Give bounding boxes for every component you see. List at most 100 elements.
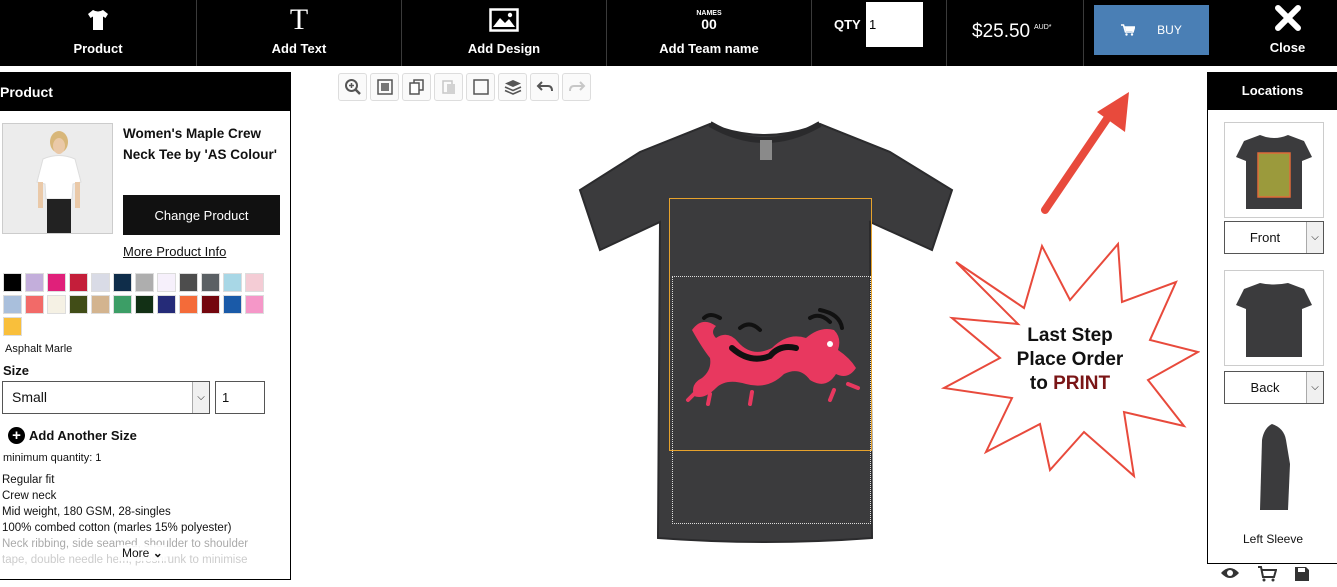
- duplicate-icon: [408, 79, 424, 95]
- color-swatch[interactable]: [113, 295, 132, 314]
- zoom-in-button[interactable]: [338, 73, 367, 101]
- layers-icon: [504, 80, 521, 95]
- add-another-size-button[interactable]: + Add Another Size: [8, 427, 137, 444]
- size-label: Size: [3, 363, 30, 378]
- color-swatch[interactable]: [157, 273, 176, 292]
- color-swatch[interactable]: [91, 295, 110, 314]
- tshirt-icon: [0, 5, 196, 35]
- cart-icon: [1121, 24, 1136, 36]
- text-icon-glyph: T: [289, 3, 309, 36]
- more-button[interactable]: More ⌄: [118, 545, 167, 561]
- red-arrow-annotation: [1041, 92, 1129, 214]
- feature-item: Regular fit: [2, 474, 55, 486]
- color-swatch[interactable]: [179, 273, 198, 292]
- color-swatch[interactable]: [223, 295, 242, 314]
- size-quantity-input[interactable]: 1: [215, 381, 265, 414]
- color-swatch[interactable]: [47, 295, 66, 314]
- callout-text: Last Step Place Order to PRINT: [995, 324, 1145, 396]
- color-swatch[interactable]: [201, 295, 220, 314]
- color-swatch[interactable]: [69, 273, 88, 292]
- chevron-down-icon: ⌄: [152, 546, 163, 560]
- selected-color-name: Asphalt Marle: [5, 343, 73, 355]
- product-tab-label: Product: [73, 41, 123, 56]
- plus-circle-icon: +: [8, 427, 25, 444]
- color-swatch[interactable]: [201, 273, 220, 292]
- color-swatch[interactable]: [69, 295, 88, 314]
- minimum-quantity: minimum quantity: 1: [3, 452, 102, 464]
- price-display: $25.50 AUD*: [948, 0, 1084, 66]
- color-swatch[interactable]: [135, 273, 154, 292]
- location-back-label: Back: [1250, 380, 1280, 395]
- image-icon: [402, 5, 606, 35]
- color-swatch[interactable]: [223, 273, 242, 292]
- undo-button[interactable]: [530, 73, 559, 101]
- product-thumbnail: [2, 123, 113, 234]
- layers-button[interactable]: [498, 73, 527, 101]
- product-name: Women's Maple Crew Neck Tee by 'AS Colou…: [123, 126, 277, 162]
- color-swatch[interactable]: [3, 273, 22, 292]
- add-text-tab[interactable]: T Add Text: [197, 0, 402, 66]
- location-back-thumbnail[interactable]: [1224, 270, 1324, 366]
- select-button[interactable]: [466, 73, 495, 101]
- size-select[interactable]: Small ⌵: [2, 381, 210, 414]
- add-team-name-tab[interactable]: NAMES 00 Add Team name: [607, 0, 812, 66]
- change-product-button[interactable]: Change Product: [123, 195, 280, 235]
- product-tab[interactable]: Product: [0, 0, 197, 66]
- chevron-down-icon: ⌵: [192, 382, 209, 413]
- size-select-value: Small: [12, 389, 48, 405]
- redo-icon: [568, 81, 585, 92]
- color-swatch[interactable]: [3, 317, 22, 336]
- duplicate-button[interactable]: [402, 73, 431, 101]
- share-icon[interactable]: [1331, 566, 1337, 584]
- feature-item: Mid weight, 180 GSM, 28-singles: [2, 506, 171, 518]
- design-toolbar: [338, 73, 591, 101]
- color-swatch[interactable]: [135, 295, 154, 314]
- buy-label: BUY: [1157, 23, 1182, 37]
- add-another-size-label: Add Another Size: [29, 428, 137, 443]
- add-text-label: Add Text: [271, 41, 327, 56]
- paste-button[interactable]: [434, 73, 463, 101]
- more-label: More: [122, 546, 150, 560]
- product-panel: Product Women's Maple Crew Neck Tee by '…: [0, 72, 291, 580]
- location-front-thumbnail[interactable]: [1224, 122, 1324, 218]
- location-front-select[interactable]: Front ⌵: [1224, 221, 1324, 254]
- callout-line-1: Last Step: [1027, 325, 1113, 346]
- location-left-sleeve-label: Left Sleeve: [1242, 532, 1304, 546]
- add-design-tab[interactable]: Add Design: [402, 0, 607, 66]
- fit-icon: [376, 79, 393, 95]
- save-icon[interactable]: [1294, 566, 1314, 584]
- color-swatch[interactable]: [47, 273, 66, 292]
- fit-button[interactable]: [370, 73, 399, 101]
- add-design-label: Add Design: [467, 41, 541, 56]
- price-amount: $25.50: [972, 21, 1031, 42]
- color-swatch[interactable]: [25, 295, 44, 314]
- close-button[interactable]: Close: [1238, 0, 1337, 66]
- select-icon: [472, 79, 489, 95]
- cart-icon[interactable]: [1257, 566, 1278, 584]
- feature-item: Crew neck: [2, 490, 57, 502]
- dragon-design[interactable]: [680, 308, 866, 420]
- location-left-sleeve-thumbnail[interactable]: [1224, 420, 1324, 516]
- eye-icon[interactable]: [1220, 566, 1240, 584]
- color-swatch[interactable]: [25, 273, 44, 292]
- add-team-name-label: Add Team name: [659, 41, 759, 56]
- qty-label: QTY: [834, 17, 861, 32]
- more-product-info-link[interactable]: More Product Info: [123, 244, 226, 259]
- callout-print-word: PRINT: [1053, 373, 1111, 394]
- redo-button[interactable]: [562, 73, 591, 101]
- color-swatch[interactable]: [3, 295, 22, 314]
- product-panel-header: Product: [0, 73, 290, 111]
- close-label: Close: [1269, 40, 1306, 55]
- team-names-icon: NAMES 00: [607, 5, 811, 35]
- qty-input[interactable]: [866, 2, 923, 47]
- color-swatch[interactable]: [113, 273, 132, 292]
- color-swatch[interactable]: [91, 273, 110, 292]
- close-icon: [1275, 5, 1301, 31]
- buy-button[interactable]: BUY: [1094, 5, 1209, 55]
- location-back-select[interactable]: Back ⌵: [1224, 371, 1324, 404]
- locations-header: Locations: [1208, 72, 1337, 110]
- color-swatch[interactable]: [157, 295, 176, 314]
- color-swatch[interactable]: [245, 295, 264, 314]
- color-swatch[interactable]: [245, 273, 264, 292]
- color-swatch[interactable]: [179, 295, 198, 314]
